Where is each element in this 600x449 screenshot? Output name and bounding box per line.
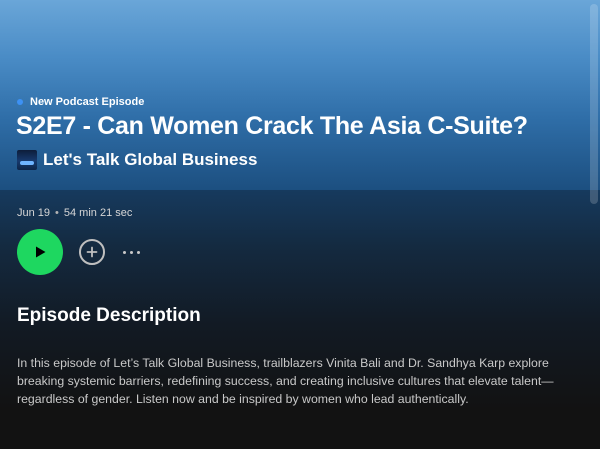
new-indicator-dot bbox=[17, 99, 23, 105]
episode-description-text: In this episode of Let’s Talk Global Bus… bbox=[17, 356, 554, 406]
show-link[interactable]: Let's Talk Global Business bbox=[17, 150, 257, 170]
show-name[interactable]: Let's Talk Global Business bbox=[43, 150, 257, 170]
play-icon bbox=[36, 246, 46, 258]
episode-description-heading: Episode Description bbox=[17, 305, 201, 326]
add-to-library-button[interactable] bbox=[79, 239, 105, 265]
show-cover-thumbnail bbox=[17, 150, 37, 170]
meta-separator: • bbox=[55, 207, 59, 219]
episode-page: New Podcast Episode S2E7 - Can Women Cra… bbox=[0, 0, 600, 449]
episode-title: S2E7 - Can Women Crack The Asia C-Suite? bbox=[16, 112, 528, 140]
episode-duration: 54 min 21 sec bbox=[63, 207, 133, 219]
scrollbar-thumb[interactable] bbox=[590, 4, 598, 204]
scrollbar[interactable] bbox=[586, 0, 600, 449]
more-horizontal-icon-dot bbox=[123, 250, 126, 254]
more-horizontal-icon-dot bbox=[137, 250, 140, 254]
new-episode-label: New Podcast Episode bbox=[17, 96, 144, 108]
plus-circle-icon bbox=[86, 246, 98, 258]
more-options-button[interactable] bbox=[121, 239, 142, 265]
new-episode-text: New Podcast Episode bbox=[30, 96, 145, 108]
episode-meta: Jun 19 • 54 min 21 sec bbox=[17, 207, 132, 219]
episode-controls bbox=[17, 229, 142, 275]
episode-date: Jun 19 bbox=[17, 207, 51, 219]
play-button[interactable] bbox=[17, 229, 63, 275]
more-horizontal-icon-dot bbox=[130, 250, 133, 254]
